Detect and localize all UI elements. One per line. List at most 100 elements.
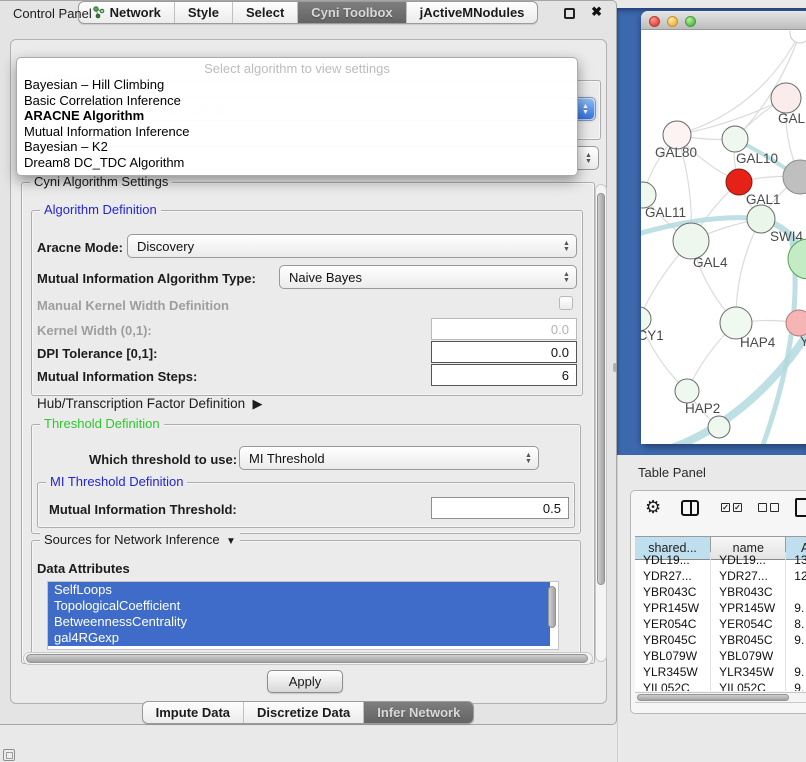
tab-network[interactable]: Network [79, 2, 174, 23]
dropdown-item[interactable]: Mutual Information Inference [17, 124, 577, 140]
mi-type-combo[interactable]: Naive Bayes ▲▼ [279, 265, 577, 289]
minimize-traffic-light-icon[interactable] [667, 16, 678, 27]
table-row[interactable]: YDL19...YDL19...13 [635, 552, 806, 568]
tab-cyni-toolbox[interactable]: Cyni Toolbox [297, 2, 405, 23]
network-node-cut-top[interactable] [790, 31, 806, 43]
float-window-icon[interactable] [564, 8, 575, 19]
table-row[interactable]: YBR045CYBR045C9. [635, 632, 806, 648]
table-panel-title: Table Panel [638, 465, 706, 480]
tab-select[interactable]: Select [232, 2, 297, 23]
mi-threshold-label: Mutual Information Threshold: [49, 502, 237, 517]
dropdown-item[interactable]: Bayesian – Hill Climbing [17, 77, 577, 93]
combo-stepper-icon: ▲▼ [580, 148, 597, 168]
network-icon [92, 6, 105, 19]
network-node-gray-node[interactable] [783, 160, 806, 194]
node-label: GAL [778, 111, 806, 126]
table-hscrollbar-thumb[interactable] [637, 694, 789, 701]
network-node-pink-top[interactable] [771, 83, 801, 113]
close-traffic-light-icon[interactable] [649, 16, 660, 27]
settings-vscrollbar[interactable] [595, 184, 607, 662]
tab-impute-data[interactable]: Impute Data [143, 702, 243, 723]
table-row[interactable]: YBL079WYBL079W [635, 648, 806, 664]
node-label: GAL10 [736, 151, 778, 166]
mi-type-label: Mutual Information Algorithm Type: [37, 271, 256, 286]
network-window: GALGAL80GAL10GAL1GAL11SWI4GAL4GCY1HAP4YH… [641, 11, 806, 444]
tab-jactivemnodules[interactable]: jActiveMNodules [406, 2, 538, 23]
table-row[interactable]: YDR27...YDR27...12 [635, 568, 806, 584]
manual-kernel-checkbox[interactable] [559, 296, 573, 310]
settings-hscrollbar[interactable] [23, 652, 593, 665]
apply-button[interactable]: Apply [267, 670, 343, 693]
kernel-width-field[interactable]: 0.0 [431, 318, 577, 340]
settings-hscrollbar-thumb[interactable] [26, 654, 588, 663]
tab-infer-network[interactable]: Infer Network [363, 702, 473, 723]
dpi-tolerance-field[interactable]: 0.0 [431, 341, 577, 363]
mi-steps-field[interactable]: 6 [431, 364, 577, 386]
table-row[interactable]: YER054CYER054C8. [635, 616, 806, 632]
algorithm-dropdown-popup: Select algorithm to view settings Bayesi… [16, 57, 578, 176]
network-node-HAP2[interactable] [675, 379, 699, 403]
kernel-width-label: Kernel Width (0,1): [37, 323, 152, 338]
select-all-icon[interactable]: ✓✓ [721, 503, 742, 512]
aracne-mode-combo[interactable]: Discovery ▲▼ [127, 234, 577, 258]
gear-icon[interactable]: ⚙ [645, 497, 661, 518]
node-label: GAL4 [693, 255, 728, 270]
zoom-traffic-light-icon[interactable] [685, 16, 696, 27]
node-label: GCY1 [641, 328, 664, 343]
network-window-titlebar[interactable] [641, 11, 806, 30]
table-row[interactable]: YBR043CYBR043C [635, 584, 806, 600]
expand-right-icon: ▶ [249, 396, 263, 411]
hub-tf-definition-toggle[interactable]: Hub/Transcription Factor Definition ▶ [37, 396, 262, 412]
table-row[interactable]: YIL052CYIL052C9. [635, 680, 806, 691]
which-threshold-combo[interactable]: MI Threshold ▲▼ [239, 446, 539, 470]
attribute-item[interactable]: BetweennessCentrality [48, 614, 550, 630]
aracne-mode-label: Aracne Mode: [37, 240, 123, 255]
attribute-item[interactable]: gal4RGexp [48, 630, 550, 646]
tab-discretize-data[interactable]: Discretize Data [243, 702, 363, 723]
network-node-pink-right[interactable] [786, 310, 806, 336]
combo-stepper-icon: ▲▼ [577, 99, 594, 119]
deselect-all-icon[interactable] [758, 503, 779, 512]
node-label: HAP4 [740, 335, 776, 350]
mi-threshold-field[interactable]: 0.5 [431, 497, 569, 519]
network-node-bottom-node[interactable] [708, 416, 730, 438]
bottom-tab-bar: Impute DataDiscretize DataInfer Network [0, 701, 616, 724]
combo-stepper-icon: ▲▼ [558, 236, 575, 256]
dropdown-item[interactable]: ARACNE Algorithm [17, 108, 577, 124]
dpi-tolerance-label: DPI Tolerance [0,1]: [37, 346, 157, 361]
network-node-GAL10[interactable] [722, 126, 748, 152]
dropdown-item[interactable]: Bayesian – K2 [17, 139, 577, 155]
node-label: GAL80 [655, 145, 697, 160]
table-panel: Table Panel ⚙ ✓✓ shared...nameA YDL19...… [617, 455, 806, 762]
split-columns-icon[interactable] [681, 500, 699, 516]
list-scrollbar-thumb[interactable] [548, 586, 556, 628]
minimized-panel-icon[interactable] [3, 749, 15, 761]
table-row[interactable]: YLR345WYLR345W9. [635, 664, 806, 680]
control-panel-tab-bar: NetworkStyleSelectCyni ToolboxjActiveMNo… [0, 1, 616, 24]
dropdown-items: Bayesian – Hill ClimbingBasic Correlatio… [17, 77, 577, 171]
file-icon[interactable] [795, 498, 806, 517]
table-hscrollbar[interactable] [635, 692, 806, 703]
combo-stepper-icon: ▲▼ [520, 448, 537, 468]
control-panel-title: Control Panel [13, 6, 92, 21]
data-attributes-label: Data Attributes [37, 561, 130, 576]
table-row[interactable]: YPR145WYPR145W9. [635, 600, 806, 616]
which-threshold-label: Which threshold to use: [89, 452, 237, 467]
settings-vscrollbar-thumb[interactable] [597, 193, 605, 585]
close-window-icon[interactable]: ✖ [591, 4, 602, 20]
table-panel-card: ⚙ ✓✓ shared...nameA YDL19...YDL19...13YD… [630, 490, 806, 714]
node-label: HAP2 [685, 401, 720, 416]
dropdown-item[interactable]: Basic Correlation Inference [17, 93, 577, 109]
node-label: Y [800, 334, 806, 349]
dropdown-item[interactable]: Dream8 DC_TDC Algorithm [17, 155, 577, 171]
attribute-item[interactable]: SelfLoops [48, 582, 550, 598]
dropdown-prompt: Select algorithm to view settings [17, 61, 577, 77]
data-attributes-list[interactable]: SelfLoopsTopologicalCoefficientBetweenne… [47, 581, 559, 650]
sources-legend[interactable]: Sources for Network Inference ▼ [40, 532, 240, 547]
network-canvas[interactable]: GALGAL80GAL10GAL1GAL11SWI4GAL4GCY1HAP4YH… [641, 31, 806, 444]
attribute-item[interactable]: TopologicalCoefficient [48, 598, 550, 614]
tab-style[interactable]: Style [174, 2, 232, 23]
combo-stepper-icon: ▲▼ [558, 267, 575, 287]
network-node-GAL4[interactable] [673, 223, 709, 259]
node-table[interactable]: shared...nameA YDL19...YDL19...13YDR27..… [635, 536, 806, 702]
